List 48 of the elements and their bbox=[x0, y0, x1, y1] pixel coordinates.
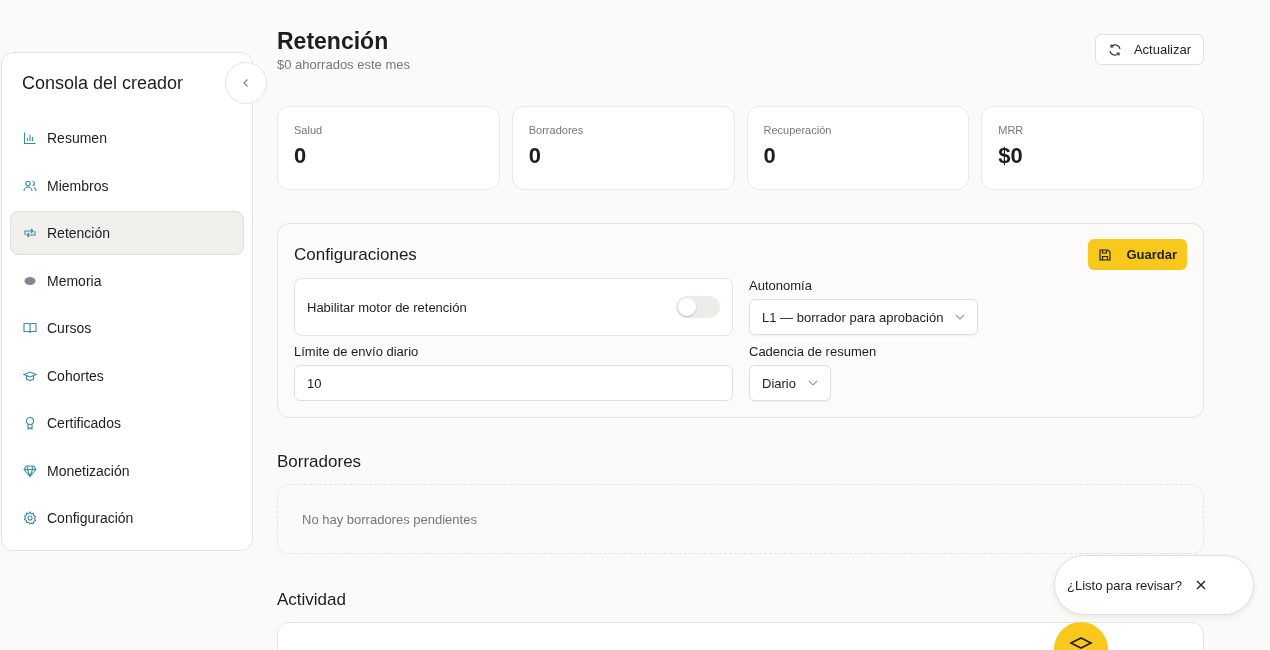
sidebar-item[interactable]: Configuración bbox=[10, 496, 244, 540]
page-title: Retención bbox=[277, 28, 390, 54]
toggle-switch[interactable] bbox=[676, 296, 720, 318]
save-button[interactable]: Guardar bbox=[1088, 239, 1187, 270]
section-title: Actividad bbox=[277, 590, 347, 610]
diamond-icon bbox=[23, 463, 37, 478]
refresh-icon bbox=[1107, 42, 1122, 57]
sidebar-title: Consola del creador bbox=[22, 73, 184, 93]
users-icon bbox=[23, 178, 37, 193]
field-label: Límite de envío diario bbox=[294, 344, 419, 359]
daily-limit-input[interactable]: 10 bbox=[294, 365, 733, 401]
close-icon bbox=[1195, 580, 1206, 590]
award-icon bbox=[23, 416, 37, 430]
stat-value: $0 bbox=[998, 143, 1024, 169]
stat-label: Recuperación bbox=[763, 124, 833, 136]
field-label: Cadencia de resumen bbox=[749, 344, 877, 359]
stat-value: 0 bbox=[294, 143, 308, 169]
autonomy-dropdown[interactable]: L1 — borrador para aprobación bbox=[749, 299, 979, 335]
sidebar-item[interactable]: Cohortes bbox=[10, 353, 244, 398]
refresh-button[interactable]: Actualizar bbox=[1094, 34, 1204, 65]
sidebar-item[interactable]: Certificados bbox=[10, 401, 244, 445]
sidebar-item[interactable]: Miembros bbox=[10, 163, 244, 208]
section-title: Configuraciones bbox=[294, 244, 417, 265]
repeat-icon bbox=[23, 226, 37, 240]
chevron-left-icon bbox=[242, 78, 250, 88]
stat-value: 0 bbox=[763, 143, 777, 169]
bar-chart-icon bbox=[23, 131, 37, 145]
sidebar-item[interactable]: Monetización bbox=[10, 448, 244, 493]
sidebar-item[interactable]: Memoria bbox=[10, 258, 244, 303]
empty-message: No hay borradores pendientes bbox=[302, 511, 477, 527]
stat-label: MRR bbox=[998, 124, 1025, 136]
sidebar-item[interactable]: Resumen bbox=[10, 116, 244, 160]
save-icon bbox=[1098, 247, 1113, 262]
digest-dropdown[interactable]: Diario bbox=[749, 365, 831, 401]
chevron-down-icon bbox=[807, 380, 818, 386]
popup-text: ¿Listo para revisar? bbox=[1067, 577, 1182, 593]
field-label: Autonomía bbox=[749, 278, 812, 293]
toggle-label: Habilitar motor de retención bbox=[307, 299, 467, 315]
gear-icon bbox=[23, 511, 37, 525]
sidebar-item[interactable]: Retención bbox=[10, 211, 244, 255]
stat-label: Salud bbox=[294, 124, 324, 136]
chevron-down-icon bbox=[955, 314, 966, 320]
page-subtitle: $0 ahorrados este mes bbox=[277, 57, 410, 72]
stat-value: 0 bbox=[528, 143, 542, 169]
book-icon bbox=[23, 321, 37, 335]
section-title: Borradores bbox=[277, 452, 363, 472]
sidebar-item[interactable]: Cursos bbox=[10, 306, 244, 350]
stat-label: Borradores bbox=[528, 124, 585, 136]
